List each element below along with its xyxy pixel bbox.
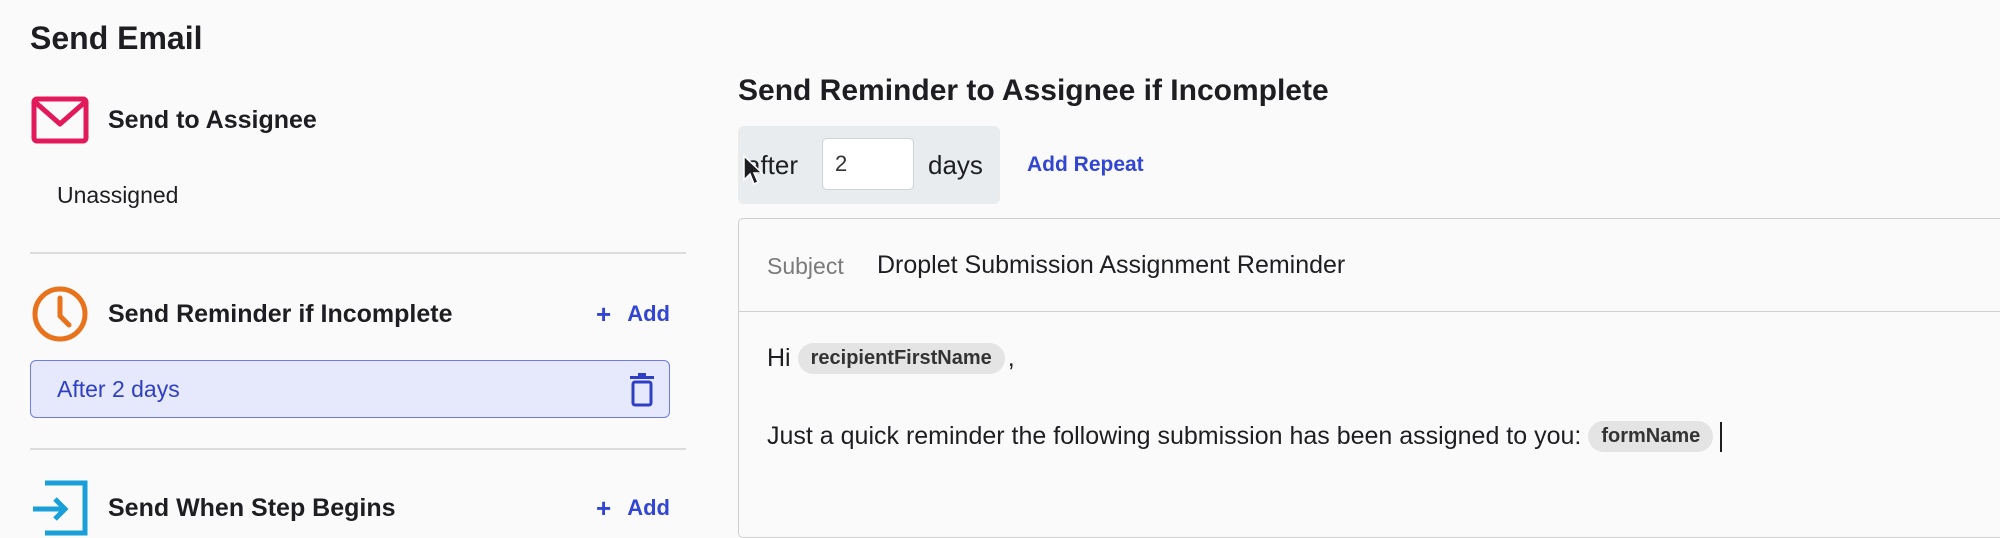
reminder-delay-group: after days [738,126,1000,204]
merge-token[interactable]: recipientFirstName [797,343,1005,374]
mail-icon [30,90,90,150]
add-reminder-button[interactable]: + Add [596,299,670,330]
add-repeat-button[interactable]: Add Repeat [1027,153,1144,177]
page-title: Send Email [30,20,203,56]
days-input[interactable] [822,138,914,190]
divider [30,448,686,450]
body-text: Just a quick reminder the following subm… [767,422,1582,450]
assignee-value[interactable]: Unassigned [57,182,178,209]
email-body-line[interactable]: Just a quick reminder the following subm… [767,421,1723,452]
add-reminder-label: Add [627,301,670,326]
add-step-begins-label: Add [627,495,670,520]
send-reminder-section: Send Reminder if Incomplete + Add [30,284,670,344]
reminder-item[interactable]: After 2 days [30,360,670,418]
email-editor[interactable]: Subject Droplet Submission Assignment Re… [738,218,2000,538]
email-body-line[interactable]: Hi recipientFirstName , [767,343,1015,374]
days-label: days [928,150,983,180]
send-when-step-begins-label: Send When Step Begins [108,493,396,522]
subject-row[interactable]: Subject Droplet Submission Assignment Re… [739,219,2000,312]
plus-icon: + [596,492,612,523]
mouse-cursor-icon [742,154,764,188]
enter-icon [30,478,90,538]
trash-icon[interactable] [627,373,657,407]
greeting-suffix: , [1007,344,1015,372]
plus-icon: + [596,298,612,329]
subject-label: Subject [767,253,844,279]
divider [30,252,686,254]
send-when-step-begins-section: Send When Step Begins + Add [30,478,670,538]
send-reminder-label: Send Reminder if Incomplete [108,299,453,328]
add-step-begins-button[interactable]: + Add [596,493,670,524]
reminder-item-label: After 2 days [57,376,180,402]
send-to-assignee-section: Send to Assignee [30,90,670,150]
merge-token[interactable]: formName [1588,421,1714,452]
reminder-panel-title: Send Reminder to Assignee if Incomplete [738,74,1329,107]
send-to-assignee-label: Send to Assignee [108,105,317,134]
subject-input[interactable]: Droplet Submission Assignment Reminder [877,251,1345,280]
greeting-text: Hi [767,344,791,372]
text-caret [1720,421,1723,452]
clock-icon [30,284,90,344]
